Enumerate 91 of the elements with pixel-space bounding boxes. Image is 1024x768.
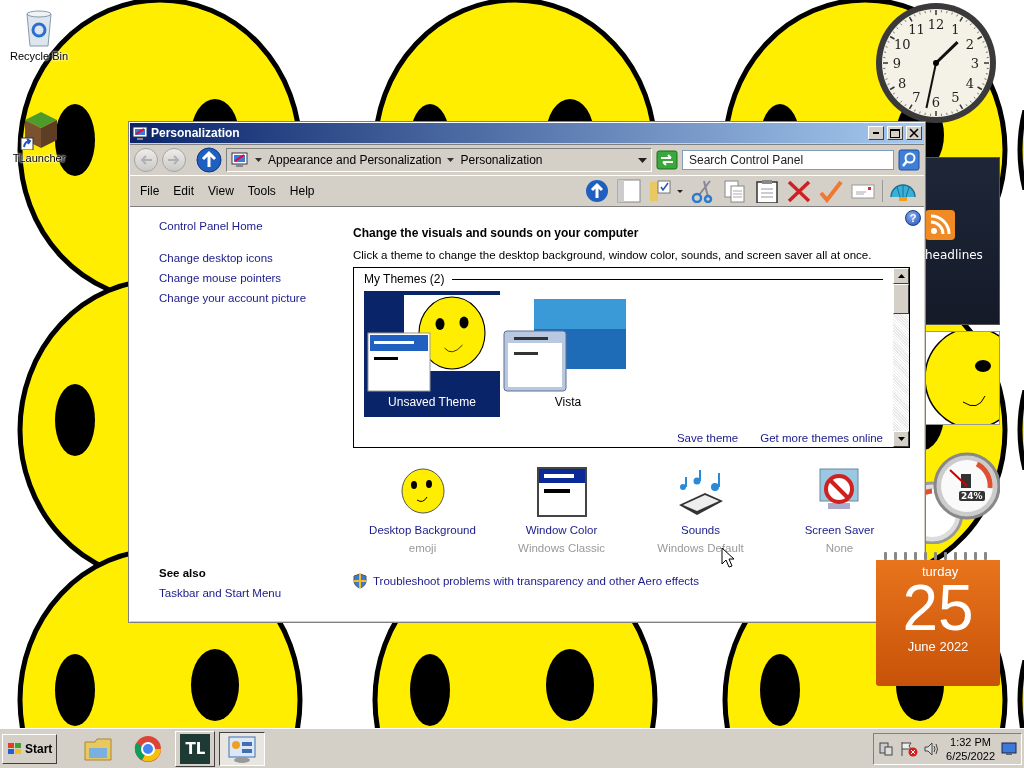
group-heading: My Themes (2) [364, 272, 445, 286]
up-button[interactable] [196, 147, 222, 173]
clock-date[interactable]: 6/25/2022 [946, 748, 995, 763]
smiley-face-drawing [1017, 660, 1024, 728]
forward-arrow-icon [167, 154, 181, 166]
setting-value: Windows Default [657, 542, 744, 554]
grass-block-icon[interactable] [19, 110, 59, 150]
maximize-button[interactable] [887, 126, 903, 140]
start-button[interactable]: Start [2, 733, 58, 764]
clock-numeral: 10 [893, 36, 911, 52]
close-icon [909, 128, 919, 138]
caret-icon[interactable] [447, 158, 455, 162]
refresh-button[interactable] [656, 150, 678, 170]
caret-icon[interactable] [255, 158, 262, 162]
search-button[interactable] [898, 149, 920, 171]
browser-icon [133, 733, 164, 764]
section-heading: See also [159, 567, 207, 579]
troubleshoot-link[interactable]: Troubleshoot problems with transparency and other Aero effects [373, 575, 699, 587]
minimize-button[interactable] [868, 126, 884, 140]
menu-item[interactable]: View [202, 182, 240, 200]
breadcrumb-item[interactable]: Appearance and Personalization [268, 153, 442, 167]
scrollbar-thumb[interactable] [893, 284, 909, 314]
clock-numeral: 12 [927, 17, 945, 32]
theme-link[interactable]: Get more themes online [760, 432, 883, 444]
taskbar-app-button[interactable] [219, 731, 266, 766]
close-button[interactable] [906, 126, 922, 140]
clock-numeral: 3 [970, 56, 980, 71]
feed-label: headlines [925, 248, 984, 262]
taskbar-app-button[interactable]: TL [175, 730, 216, 767]
nav-link[interactable]: Change mouse pointers [159, 272, 352, 284]
clock-numeral: 4 [965, 75, 974, 91]
cpu-reading: 24% [959, 491, 985, 501]
setting-value: None [825, 542, 854, 554]
nav-link[interactable]: Change your account picture [159, 292, 352, 304]
calendar-day: 25 [902, 579, 974, 637]
show-desktop-icon[interactable] [1001, 741, 1017, 756]
clock-numeral: 9 [892, 56, 902, 71]
windows-logo-icon [7, 741, 23, 756]
back-arrow-icon [139, 154, 153, 166]
menu-item[interactable]: Tools [241, 182, 282, 200]
minimize-icon [873, 132, 879, 134]
scroll-down-button[interactable] [893, 431, 909, 447]
setting-link[interactable]: Window Color [525, 524, 598, 536]
delete-x-icon[interactable] [786, 179, 812, 203]
menu-item[interactable]: File [134, 182, 166, 200]
nav-link[interactable]: Taskbar and Start Menu [159, 587, 352, 599]
up-arrow-icon [897, 274, 905, 278]
clock-numeral: 11 [908, 22, 925, 38]
description-text: Click a theme to change the desktop background, window color, sounds, and screen saver all at once. [353, 249, 873, 261]
control-panel-icon [231, 152, 249, 168]
page-heading: Change the visuals and sounds on your computer [353, 226, 640, 240]
clock-numeral: 7 [912, 89, 921, 105]
network-icon[interactable] [878, 740, 895, 757]
theme-link[interactable]: Save theme [676, 432, 739, 444]
setting-link[interactable]: Sounds [681, 524, 720, 536]
search-field[interactable]: Search Control Panel [682, 150, 894, 170]
menu-item[interactable]: Help [283, 182, 321, 200]
calendar-weekday: turday [921, 564, 959, 579]
address-bar[interactable]: Appearance and Personalization Personalization [226, 148, 652, 172]
shield-icon [353, 573, 367, 589]
clock-numeral: 5 [951, 89, 960, 105]
nav-link[interactable]: Change desktop icons [159, 252, 352, 264]
window-icon[interactable] [535, 467, 588, 517]
menu-item[interactable]: Edit [167, 182, 201, 200]
desktop-icon-label[interactable]: Recycle Bin [9, 50, 69, 62]
setting-link[interactable]: Screen Saver [804, 524, 875, 536]
folder-icon[interactable] [648, 179, 684, 203]
clock-numeral: 6 [931, 95, 941, 110]
scroll-up-button[interactable] [893, 268, 909, 284]
calendar-month: June 2022 [907, 639, 969, 654]
nav-link[interactable]: Control Panel Home [159, 220, 352, 232]
clock-time[interactable]: 1:32 PM [950, 734, 991, 749]
clock-numeral: 8 [898, 75, 907, 91]
setting-link[interactable]: Desktop Background [369, 524, 476, 536]
dropdown-caret-icon[interactable] [638, 157, 647, 163]
flag-error-icon[interactable] [900, 740, 919, 757]
down-arrow-icon [897, 437, 905, 441]
clipboard-icon[interactable] [754, 179, 780, 203]
clock-numeral: 1 [951, 22, 960, 38]
control-panel-icon [227, 733, 258, 764]
speaker-icon[interactable] [924, 740, 941, 757]
breadcrumb-item[interactable]: Personalization [460, 153, 543, 167]
theme-tile[interactable]: Unsaved Theme [364, 291, 500, 417]
clock-numeral: 2 [965, 36, 974, 52]
maximize-icon [890, 128, 900, 138]
setting-value: Windows Classic [518, 542, 605, 554]
checkmark-icon[interactable] [818, 179, 844, 203]
setting-value: emoji [408, 542, 437, 554]
window-title: Personalization [151, 126, 241, 140]
rss-icon [925, 210, 955, 240]
control-panel-icon [132, 125, 148, 141]
